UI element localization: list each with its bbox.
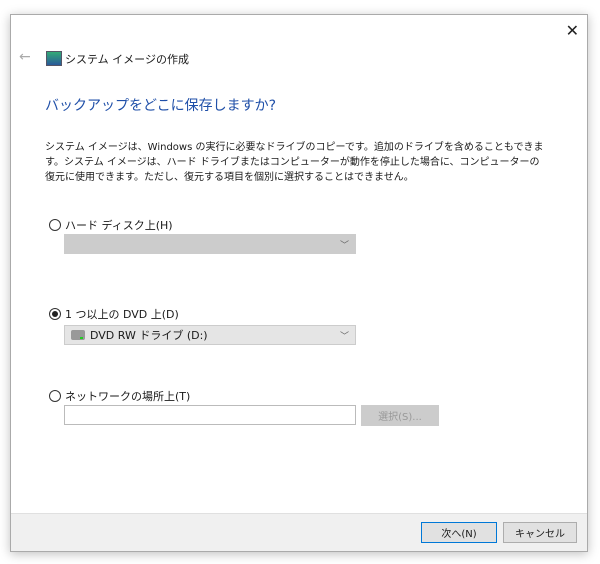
dvd-drive-value: DVD RW ドライブ (D:) bbox=[90, 329, 208, 342]
browse-button[interactable]: 選択(S)... bbox=[361, 405, 439, 426]
radio-label: 1 つ以上の DVD 上(D) bbox=[65, 308, 179, 321]
next-button[interactable]: 次へ(N) bbox=[421, 522, 497, 543]
radio-network[interactable]: ネットワークの場所上(T) bbox=[49, 388, 190, 404]
dialog-footer: 次へ(N) キャンセル bbox=[11, 513, 587, 551]
dvd-drive-select[interactable]: DVD RW ドライブ (D:) ﹀ bbox=[64, 325, 356, 345]
page-heading: バックアップをどこに保存しますか? bbox=[45, 98, 277, 114]
back-arrow-icon[interactable]: ← bbox=[19, 49, 31, 65]
close-button[interactable]: ✕ bbox=[566, 21, 579, 40]
radio-circle-selected[interactable] bbox=[49, 308, 61, 320]
radio-hard-disk[interactable]: ハード ディスク上(H) bbox=[49, 217, 173, 233]
radio-circle[interactable] bbox=[49, 219, 61, 231]
cancel-button[interactable]: キャンセル bbox=[503, 522, 577, 543]
window-title: システム イメージの作成 bbox=[65, 53, 189, 66]
radio-circle[interactable] bbox=[49, 390, 61, 402]
dvd-drive-icon bbox=[71, 330, 85, 340]
chevron-down-icon: ﹀ bbox=[339, 241, 349, 251]
hard-disk-select: ﹀ bbox=[64, 234, 356, 254]
radio-label: ネットワークの場所上(T) bbox=[65, 390, 191, 403]
description-text: システム イメージは、Windows の実行に必要なドライブのコピーです。追加の… bbox=[45, 142, 544, 183]
radio-dvd[interactable]: 1 つ以上の DVD 上(D) bbox=[49, 306, 179, 322]
create-system-image-dialog: ✕ ← システム イメージの作成 バックアップをどこに保存しますか? システム … bbox=[10, 14, 588, 552]
radio-label: ハード ディスク上(H) bbox=[65, 219, 173, 232]
backup-app-icon bbox=[46, 51, 62, 66]
chevron-down-icon: ﹀ bbox=[339, 332, 349, 342]
network-location-input[interactable] bbox=[64, 405, 356, 425]
